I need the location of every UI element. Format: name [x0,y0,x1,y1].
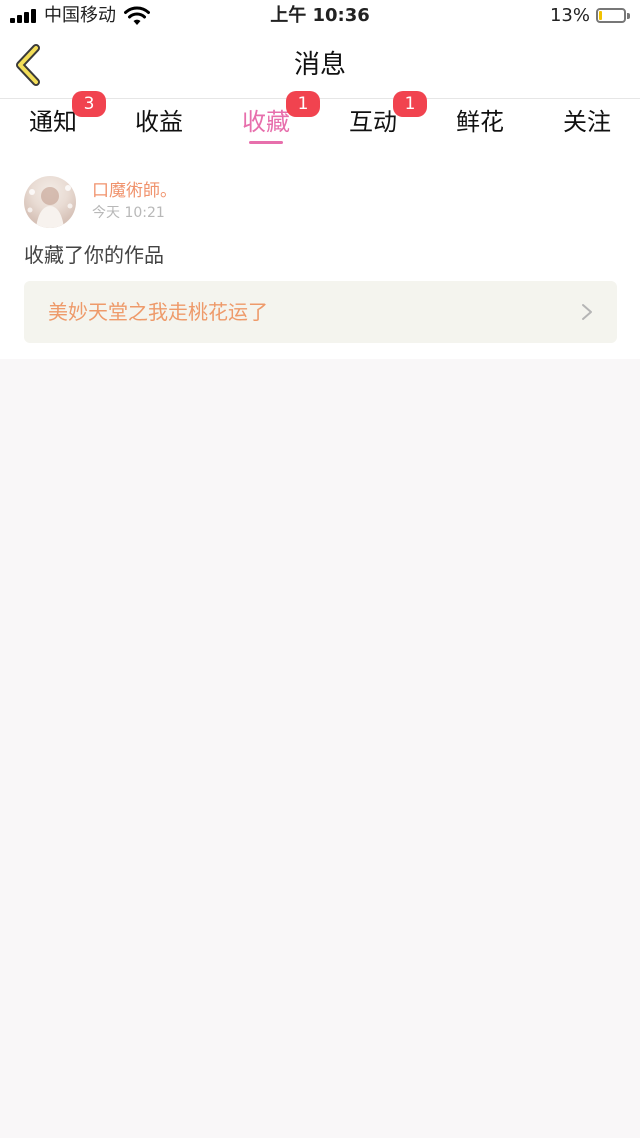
page-title: 消息 [293,50,346,80]
tab-bar: 通知 3 收益 收藏 1 互动 1 鲜花 关注 [0,91,640,153]
back-button[interactable] [10,42,50,88]
chevron-left-icon [16,44,40,86]
tab-label: 鲜花 [456,108,504,136]
tab-earnings[interactable]: 收益 [106,99,212,153]
avatar-image [27,185,73,228]
avatar[interactable] [24,176,76,228]
chevron-right-icon [582,304,592,320]
tab-label: 关注 [563,108,611,136]
nav-bar: 消息 [0,32,640,99]
active-tab-indicator [249,141,283,144]
tab-follow[interactable]: 关注 [534,99,640,153]
tab-flowers[interactable]: 鲜花 [427,99,533,153]
tab-label: 收益 [135,108,183,136]
unread-badge: 3 [72,91,106,117]
sender-name[interactable]: 口魔術師。 [92,180,177,202]
message-card: 口魔術師。 今天 10:21 收藏了你的作品 美妙天堂之我走桃花运了 [0,153,640,359]
unread-badge: 1 [286,91,320,117]
status-bar: 中国移动 上午 10:36 13% [0,0,640,32]
message-timestamp: 今天 10:21 [92,205,165,221]
tab-notify[interactable]: 通知 3 [0,91,106,153]
work-title: 美妙天堂之我走桃花运了 [48,300,268,324]
message-text: 收藏了你的作品 [24,243,164,267]
status-time: 上午 10:36 [270,5,370,26]
tab-interaction[interactable]: 互动 1 [320,91,427,153]
unread-badge: 1 [393,91,427,117]
battery-level-fill [599,11,602,20]
battery-icon [596,8,630,23]
tab-favorites[interactable]: 收藏 1 [213,91,320,153]
work-link[interactable]: 美妙天堂之我走桃花运了 [24,281,617,343]
battery-percent: 13% [549,5,590,26]
